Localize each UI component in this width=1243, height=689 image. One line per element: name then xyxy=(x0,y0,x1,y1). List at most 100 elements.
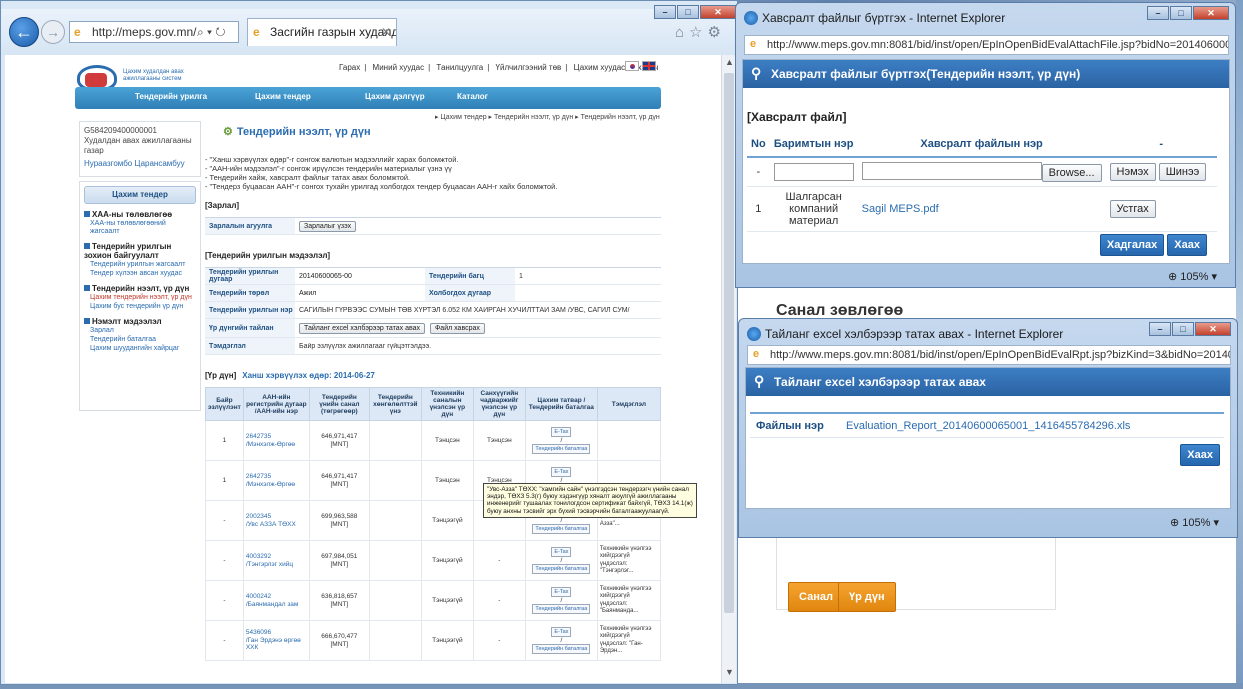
excel-zoom[interactable]: ⊕ 105% ▾ xyxy=(1170,516,1219,529)
org-id[interactable]: 2002345 xyxy=(246,513,307,521)
row-org[interactable]: 2642735/Мэнхэлж-Өргөө xyxy=(242,460,310,501)
top-link-service[interactable]: Үйлчилгээний төв xyxy=(496,63,562,72)
announce-key: Зарлалын агуулга xyxy=(205,218,295,234)
address-tools[interactable]: ⌕ ▾ ↻ xyxy=(197,25,226,40)
delete-button[interactable]: Устгах xyxy=(1109,199,1156,218)
close-button[interactable]: Хаах xyxy=(1180,444,1220,466)
row-org[interactable]: 4000242/Баянмандал зам xyxy=(242,580,310,621)
row-tech-result: Тэнцээгүй xyxy=(420,540,474,581)
org-id[interactable]: 4003292 xyxy=(246,553,307,561)
sidebar-item-announce[interactable]: Зарлал xyxy=(90,327,194,335)
sidebar-group-opening[interactable]: Тендерийн нээлт, үр дүн xyxy=(84,284,196,293)
excel-file-link[interactable]: Evaluation_Report_20140600065001_1416455… xyxy=(846,420,1130,432)
attach-zoom[interactable]: ⊕ 105% ▾ xyxy=(1168,270,1217,283)
sidebar-group-plan[interactable]: ХАА-ны төлөвлөгөө xyxy=(84,210,196,219)
sidebar-item-invite-list[interactable]: Тендерийн урилгын жагсаалт xyxy=(90,261,194,269)
etax-button[interactable]: E-Tax xyxy=(551,426,572,437)
uk-flag-icon[interactable] xyxy=(641,61,656,71)
sidebar-item-complaint[interactable]: Цахим шуудангийн хайрцаг xyxy=(90,345,194,353)
etax-button[interactable]: E-Tax xyxy=(551,546,572,557)
close-window-button[interactable]: ✕ xyxy=(700,5,736,19)
top-link-home[interactable]: Гарах xyxy=(339,63,360,72)
forward-button[interactable]: → xyxy=(41,20,65,44)
korea-flag-icon[interactable] xyxy=(625,61,639,71)
row-org[interactable]: 2642735/Мэнхэлж-Өргөө xyxy=(242,420,310,461)
exchange-date-link[interactable]: Ханш хэрвүүлэх өдөр: 2014-06-27 xyxy=(242,371,375,380)
sidebar-item-guarantee[interactable]: Тендерийн баталгаа xyxy=(90,336,194,344)
document-name-input[interactable] xyxy=(773,162,854,181)
sidebar-item-non-e-result[interactable]: Цахим бус тендерийн үр дүн xyxy=(90,303,194,311)
org-name[interactable]: /Мэнхэлж-Өргөө xyxy=(246,481,307,489)
top-link-intro[interactable]: Танилцуулга xyxy=(436,63,483,72)
sidebar-item-plan-list[interactable]: ХАА-ны төлөвлөгөөний жагсаалт xyxy=(90,220,194,236)
nav-tender-invite[interactable]: Тендерийн урилга xyxy=(135,92,207,101)
add-button[interactable]: Нэмэх xyxy=(1109,162,1156,181)
view-announce-button[interactable]: Зарлалыг үзэх xyxy=(299,220,357,232)
maximize-button[interactable]: □ xyxy=(677,5,699,19)
close-tab-icon[interactable]: ✕ xyxy=(381,25,391,39)
browser-tab[interactable]: e Засгийн газрын худалдан ... ✕ xyxy=(247,18,397,46)
close-window-button[interactable]: ✕ xyxy=(1193,6,1229,20)
user-name-link[interactable]: Нураазгомбо Царансамбуу xyxy=(84,159,196,169)
org-name[interactable]: /Баянмандал зам xyxy=(246,601,307,609)
close-window-button[interactable]: ✕ xyxy=(1195,322,1231,336)
sidebar-item-received-docs[interactable]: Тендер хүлээн авсан хуудас xyxy=(90,270,194,278)
minimize-button[interactable]: – xyxy=(654,5,676,19)
scroll-thumb[interactable] xyxy=(724,73,734,613)
row-org[interactable]: 2002345/Увс АЗЗА ТӨХХ xyxy=(242,500,310,541)
org-id[interactable]: 2642735 xyxy=(246,473,307,481)
row-place: 1 xyxy=(205,420,244,461)
excel-popup-url[interactable]: e http://www.meps.gov.mn:8081/bid/inst/op… xyxy=(747,345,1231,365)
org-name[interactable]: /Ган Эрдэнэ өргөө ХХК xyxy=(246,637,307,652)
org-name[interactable]: /Тэнгэрлэг хийц xyxy=(246,561,307,569)
org-id[interactable]: 5436096 xyxy=(246,629,307,637)
file-link[interactable]: Sagil MEPS.pdf xyxy=(857,186,1106,232)
nav-catalog[interactable]: Каталог xyxy=(457,92,488,101)
top-link-mypage[interactable]: Миний хуудас xyxy=(373,63,425,72)
toolbar-icons[interactable]: ⌂☆⚙ xyxy=(675,23,726,41)
main-browser-window: ← → e http://meps.gov.mn/ ⌕ ▾ ↻ e Засгий… xyxy=(0,0,738,685)
refresh-button[interactable]: Шинээ xyxy=(1158,162,1207,181)
sidebar-item-e-opening[interactable]: Цахим тендерийн нээлт, үр дүн xyxy=(90,294,194,302)
sidebar-group-extra[interactable]: Нэмэлт мэдээлэл xyxy=(84,317,196,326)
org-id[interactable]: 2642735 xyxy=(246,433,307,441)
attach-file-button[interactable]: Файл хавсрах xyxy=(429,322,485,334)
file-path-input[interactable] xyxy=(861,162,1042,180)
row-org[interactable]: 4003292/Тэнгэрлэг хийц xyxy=(242,540,310,581)
download-excel-button[interactable]: Тайланг excel хэлбэрээр татах авах xyxy=(299,322,426,334)
row-price: 697,984,051 [MNT] xyxy=(308,540,370,581)
minimize-button[interactable]: – xyxy=(1149,322,1171,336)
org-name[interactable]: /Мэнхэлж-Өргөө xyxy=(246,441,307,449)
nav-e-tender[interactable]: Цахим тендер xyxy=(255,92,311,101)
etax-button[interactable]: E-Tax xyxy=(551,466,572,477)
maximize-button[interactable]: □ xyxy=(1170,6,1192,20)
scroll-down-icon[interactable]: ▼ xyxy=(725,667,734,677)
etax-button[interactable]: E-Tax xyxy=(551,626,572,637)
sidebar-group-invite[interactable]: Тендерийн урилгын зохион байгуулалт xyxy=(84,242,196,260)
save-button[interactable]: Хадгалах xyxy=(1099,234,1165,256)
result-button[interactable]: Үр дүн xyxy=(838,582,896,612)
back-button[interactable]: ← xyxy=(9,17,39,47)
nav-e-shop[interactable]: Цахим дэлгүүр xyxy=(365,92,425,101)
attach-header-row: No Баримтын нэр Хавсралт файлын нэр - xyxy=(747,132,1217,158)
guarantee-button[interactable]: Тендерийн баталгаа xyxy=(532,564,591,575)
maximize-button[interactable]: □ xyxy=(1172,322,1194,336)
minimize-button[interactable]: – xyxy=(1147,6,1169,20)
guarantee-button[interactable]: Тендерийн баталгаа xyxy=(532,444,591,455)
org-id[interactable]: 4000242 xyxy=(246,593,307,601)
sidebar-menu: Цахим тендер ХАА-ны төлөвлөгөө ХАА-ны тө… xyxy=(79,181,201,411)
org-name[interactable]: /Увс АЗЗА ТӨХХ xyxy=(246,521,307,529)
offer-button[interactable]: Санал xyxy=(788,582,844,612)
scroll-up-icon[interactable]: ▲ xyxy=(725,57,734,67)
etax-button[interactable]: E-Tax xyxy=(551,586,572,597)
note-line: - "Ханш хэрвүүлэх өдөр"-г сонгож валютын… xyxy=(205,155,459,164)
row-org[interactable]: 5436096/Ган Эрдэнэ өргөө ХХК xyxy=(242,620,310,661)
guarantee-button[interactable]: Тендерийн баталгаа xyxy=(532,644,591,655)
attach-popup-url[interactable]: e http://www.meps.gov.mn:8081/bid/inst/op… xyxy=(744,35,1229,55)
guarantee-button[interactable]: Тендерийн баталгаа xyxy=(532,604,591,615)
close-button[interactable]: Хаах xyxy=(1167,234,1207,256)
browse-button[interactable]: Browse... xyxy=(1041,163,1102,182)
language-flags[interactable] xyxy=(625,61,656,74)
guarantee-button[interactable]: Тендерийн баталгаа xyxy=(532,524,591,535)
main-scrollbar[interactable]: ▲ ▼ xyxy=(721,55,736,683)
